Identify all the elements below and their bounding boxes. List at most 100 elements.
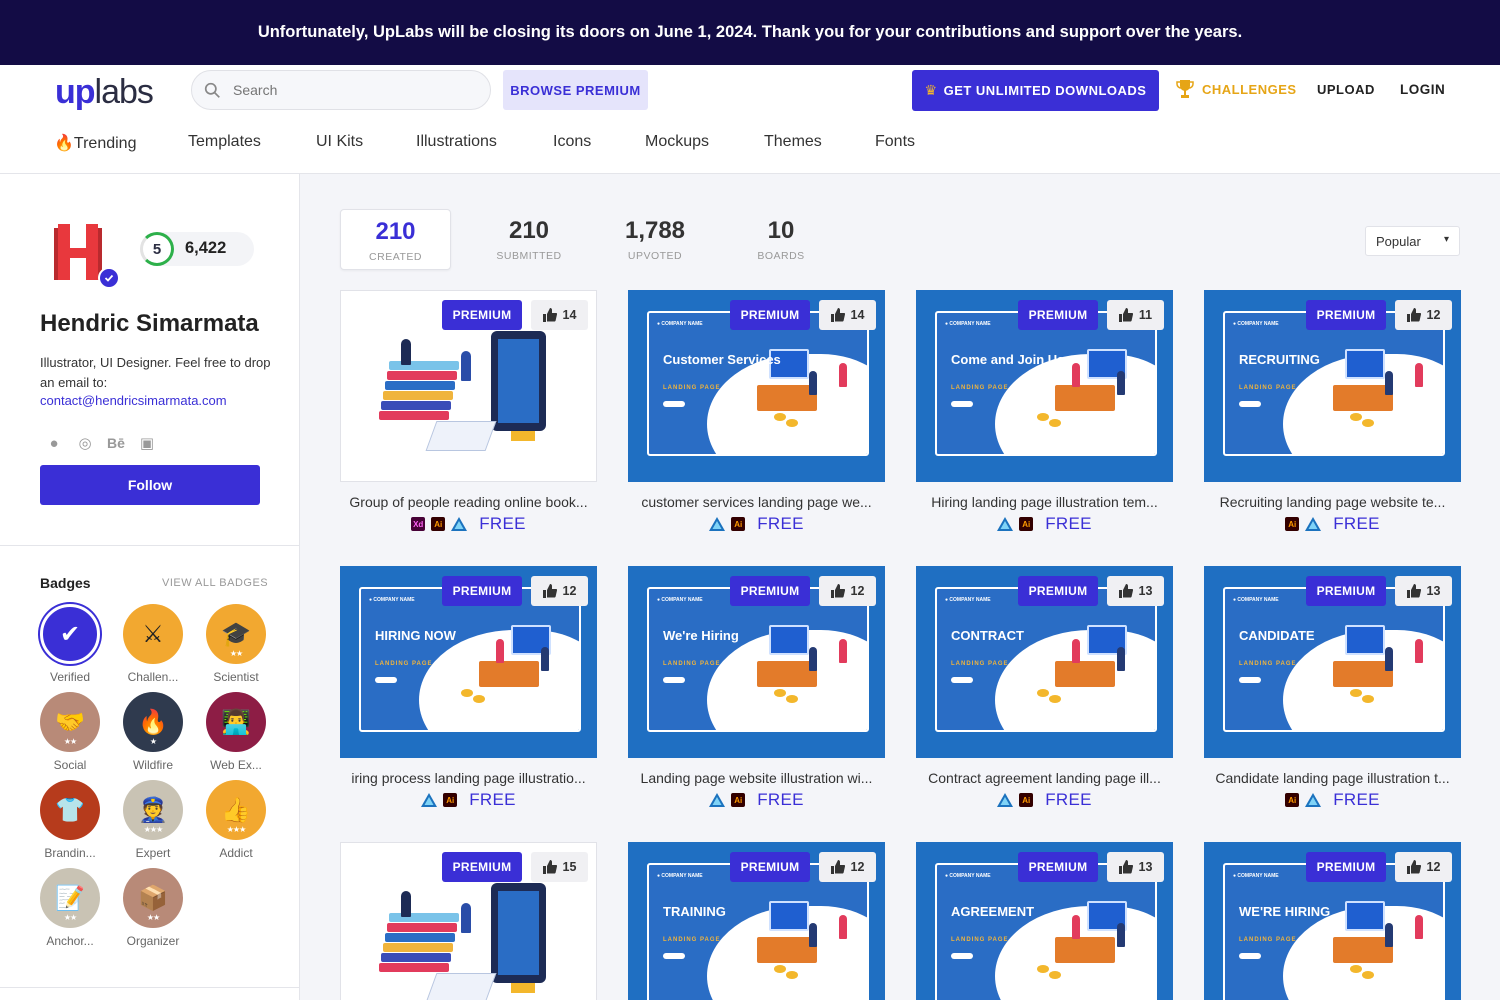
like-count: 12 [1426, 860, 1441, 874]
shot-card[interactable]: ● COMPANY NAME Customer Services LANDING P… [628, 290, 885, 534]
illustration-subheading: LANDING PAGE [1239, 661, 1297, 667]
badge-item[interactable]: 👨‍💻 Web Ex... [201, 692, 271, 772]
stat-boards[interactable]: 10 BOARDS [718, 209, 844, 270]
nav-trending[interactable]: 🔥Trending [54, 133, 136, 153]
shot-thumbnail[interactable]: ● COMPANY NAME CONTRACT LANDING PAGE PREMIU… [916, 566, 1173, 758]
shot-card[interactable]: ● COMPANY NAME CONTRACT LANDING PAGE PREMIU… [916, 566, 1173, 810]
shot-thumbnail[interactable]: ● COMPANY NAME TRAINING LANDING PAGE PREMIU… [628, 842, 885, 1000]
browse-premium-button[interactable]: BROWSE PREMIUM [503, 70, 648, 110]
shot-card[interactable]: ● COMPANY NAME RECRUITING LANDING PAGE PREM… [1204, 290, 1461, 534]
behance-icon[interactable]: Bē [106, 435, 126, 451]
shot-title[interactable]: Landing page website illustration wi... [628, 770, 885, 786]
badge-label: Scientist [213, 670, 259, 684]
shot-card[interactable]: PREMIUM 15 [340, 842, 597, 1000]
thumbs-up-icon: 👍 ★★★ [206, 780, 266, 840]
shot-card[interactable]: ● COMPANY NAME WE'RE HIRING LANDING PAGE PR… [1204, 842, 1461, 1000]
tshirt-icon: 👕 [40, 780, 100, 840]
shot-thumbnail[interactable]: ● COMPANY NAME AGREEMENT LANDING PAGE PREMI… [916, 842, 1173, 1000]
shot-thumbnail[interactable]: ● COMPANY NAME WE'RE HIRING LANDING PAGE PR… [1204, 842, 1461, 1000]
shot-card[interactable]: ● COMPANY NAME AGREEMENT LANDING PAGE PREMI… [916, 842, 1173, 1000]
badge-item[interactable]: 👕 Brandin... [35, 780, 105, 860]
site-header: uplabs BROWSE PREMIUM ♛ GET UNLIMITED DO… [0, 65, 1500, 174]
follow-button[interactable]: Follow [40, 465, 260, 505]
nav-mockups[interactable]: Mockups [645, 133, 709, 151]
badge-item[interactable]: 🤝 ★★ Social [35, 692, 105, 772]
like-count: 13 [1426, 584, 1441, 598]
fire-icon: 🔥 [54, 135, 74, 152]
shot-title[interactable]: Group of people reading online book... [340, 494, 597, 510]
nav-illustrations[interactable]: Illustrations [416, 133, 497, 151]
affinity-icon [709, 793, 726, 807]
shot-card[interactable]: ● COMPANY NAME CANDIDATE LANDING PAGE PREMI… [1204, 566, 1461, 810]
thumbs-up-icon [1118, 584, 1133, 598]
badge-item[interactable]: 🎓 ★★ Scientist [201, 604, 271, 684]
shot-title[interactable]: Candidate landing page illustration t... [1204, 770, 1461, 786]
premium-badge: PREMIUM [730, 852, 810, 882]
challenges-link[interactable]: CHALLENGES [1175, 78, 1297, 100]
shot-title[interactable]: iring process landing page illustratio..… [340, 770, 597, 786]
like-button[interactable]: 12 [1395, 852, 1452, 882]
profile-email-link[interactable]: contact@hendricsimarmata.com [40, 393, 227, 408]
like-button[interactable]: 13 [1107, 576, 1164, 606]
like-button[interactable]: 12 [531, 576, 588, 606]
like-button[interactable]: 11 [1107, 300, 1164, 330]
view-all-badges-link[interactable]: VIEW ALL BADGES [162, 577, 268, 589]
shot-card[interactable]: ● COMPANY NAME TRAINING LANDING PAGE PREMIU… [628, 842, 885, 1000]
shot-thumbnail[interactable]: PREMIUM 14 [340, 290, 597, 482]
uplabs-logo[interactable]: up labs [55, 73, 154, 111]
stat-upvoted[interactable]: 1,788 UPVOTED [592, 209, 718, 270]
login-link[interactable]: LOGIN [1400, 82, 1445, 97]
badge-item[interactable]: 👮 ★★★ Expert [118, 780, 188, 860]
nav-themes[interactable]: Themes [764, 133, 822, 151]
shot-thumbnail[interactable]: ● COMPANY NAME CANDIDATE LANDING PAGE PREMI… [1204, 566, 1461, 758]
stat-caption: CREATED [369, 251, 422, 263]
like-button[interactable]: 13 [1107, 852, 1164, 882]
shot-thumbnail[interactable]: ● COMPANY NAME Customer Services LANDING P… [628, 290, 885, 482]
badge-item[interactable]: 🔥 ★ Wildfire [118, 692, 188, 772]
nav-fonts[interactable]: Fonts [875, 133, 915, 151]
stat-submitted[interactable]: 210 SUBMITTED [466, 209, 592, 270]
get-unlimited-downloads-button[interactable]: ♛ GET UNLIMITED DOWNLOADS [912, 70, 1159, 111]
search-input[interactable] [233, 82, 463, 98]
like-button[interactable]: 12 [819, 852, 876, 882]
shot-title[interactable]: Contract agreement landing page ill... [916, 770, 1173, 786]
dribbble-icon[interactable]: ◎ [75, 434, 95, 452]
shot-thumbnail[interactable]: ● COMPANY NAME We're Hiring LANDING PAGE PR… [628, 566, 885, 758]
like-button[interactable]: 13 [1395, 576, 1452, 606]
like-count: 12 [850, 584, 865, 598]
badge-item[interactable]: 👍 ★★★ Addict [201, 780, 271, 860]
shot-title[interactable]: Hiring landing page illustration tem... [916, 494, 1173, 510]
globe-icon[interactable]: ● [44, 435, 64, 452]
price-label: FREE [1333, 514, 1380, 533]
shot-thumbnail[interactable]: PREMIUM 15 [340, 842, 597, 1000]
badge-item[interactable]: 📝 ★★ Anchor... [35, 868, 105, 948]
like-button[interactable]: 14 [531, 300, 588, 330]
like-button[interactable]: 15 [531, 852, 588, 882]
like-button[interactable]: 12 [819, 576, 876, 606]
like-button[interactable]: 14 [819, 300, 876, 330]
shot-card[interactable]: PREMIUM 14 Group of people reading online … [340, 290, 597, 534]
badge-item[interactable]: ⚔ Challen... [118, 604, 188, 684]
upload-link[interactable]: UPLOAD [1317, 82, 1375, 97]
nav-templates[interactable]: Templates [188, 133, 261, 151]
instagram-icon[interactable]: ▣ [137, 434, 157, 452]
nav-icons[interactable]: Icons [553, 133, 591, 151]
stat-caption: BOARDS [757, 250, 805, 262]
shot-title[interactable]: customer services landing page we... [628, 494, 885, 510]
search-box[interactable] [191, 70, 491, 110]
badge-item[interactable]: ✔ Verified [35, 604, 105, 684]
shot-card[interactable]: ● COMPANY NAME HIRING NOW LANDING PAGE PREM… [340, 566, 597, 810]
shot-card[interactable]: ● COMPANY NAME We're Hiring LANDING PAGE PR… [628, 566, 885, 810]
thumbs-up-icon [1406, 308, 1421, 322]
shot-title[interactable]: Recruiting landing page website te... [1204, 494, 1461, 510]
shot-thumbnail[interactable]: ● COMPANY NAME RECRUITING LANDING PAGE PREM… [1204, 290, 1461, 482]
stat-created[interactable]: 210 CREATED [340, 209, 451, 270]
sort-select[interactable]: Popular ▾ [1365, 226, 1460, 256]
shot-thumbnail[interactable]: ● COMPANY NAME HIRING NOW LANDING PAGE PREM… [340, 566, 597, 758]
like-button[interactable]: 12 [1395, 300, 1452, 330]
nav-ui-kits[interactable]: UI Kits [316, 133, 363, 151]
shot-thumbnail[interactable]: ● COMPANY NAME Come and Join Us LANDING PA… [916, 290, 1173, 482]
illustrator-icon: Ai [731, 793, 746, 807]
badge-item[interactable]: 📦 ★★ Organizer [118, 868, 188, 948]
shot-card[interactable]: ● COMPANY NAME Come and Join Us LANDING PA… [916, 290, 1173, 534]
